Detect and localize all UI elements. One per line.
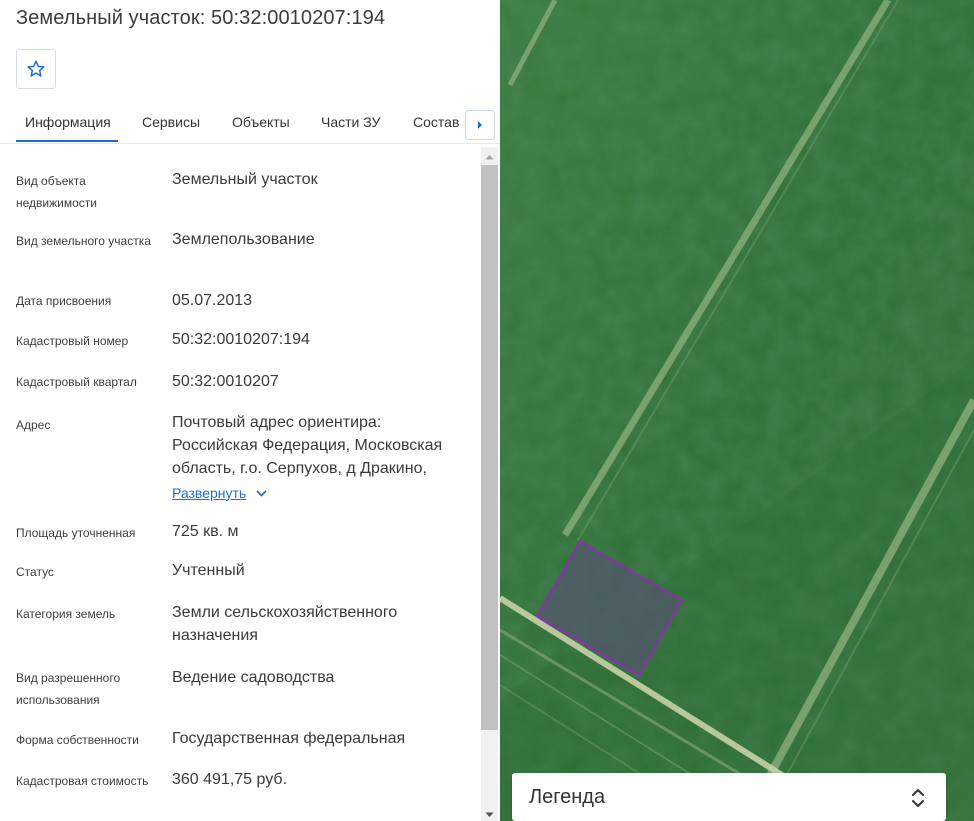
arrow-down-icon [485, 812, 494, 817]
legend-title: Легенда [529, 786, 606, 808]
tab-composition[interactable]: Состав [413, 114, 459, 130]
favorite-button[interactable] [16, 49, 56, 89]
label-assign-date: Дата присвоения [16, 294, 112, 308]
tab-bar: Информация Сервисы Объекты Части ЗУ Сост… [0, 100, 500, 144]
scroll-up-button[interactable] [481, 148, 498, 165]
value-address: Почтовый адрес ориентира: Российская Фед… [172, 414, 443, 477]
legend-panel[interactable]: Легенда [512, 773, 946, 821]
scroll-down-button[interactable] [481, 806, 498, 821]
label-permitted-use: Вид разрешенного использования [16, 671, 121, 707]
value-area: 725 кв. м [172, 523, 239, 540]
value-permitted-use: Ведение садоводства [172, 669, 335, 686]
scrollbar-thumb[interactable] [481, 165, 498, 730]
tab-info[interactable]: Информация [25, 114, 111, 130]
expand-address-link[interactable]: Развернуть [172, 485, 267, 501]
tab-parts[interactable]: Части ЗУ [321, 114, 380, 130]
info-panel: Земельный участок: 50:32:0010207:194 Инф… [0, 0, 500, 821]
label-status: Статус [16, 565, 54, 579]
expand-link-label: Развернуть [172, 485, 247, 501]
tabs-next-button[interactable] [465, 110, 495, 140]
value-ownership: Государственная федеральная [172, 730, 406, 747]
value-status: Учтенный [172, 562, 245, 579]
value-cadastral-quarter: 50:32:0010207 [172, 373, 279, 390]
expand-collapse-icon[interactable] [910, 785, 926, 811]
star-outline-icon [27, 60, 45, 77]
label-cadastral-number: Кадастровый номер [16, 334, 129, 348]
label-cadastral-quarter: Кадастровый квартал [16, 375, 137, 389]
value-cadastral-number: 50:32:0010207:194 [172, 331, 310, 348]
value-assign-date: 05.07.2013 [172, 292, 253, 309]
satellite-imagery[interactable] [500, 0, 974, 821]
caret-right-icon [478, 121, 482, 129]
label-object-type: Вид объекта недвижимости [16, 174, 97, 210]
label-address: Адрес [16, 418, 51, 432]
tab-objects[interactable]: Объекты [232, 114, 290, 130]
active-tab-indicator [16, 140, 118, 142]
page-title: Земельный участок: 50:32:0010207:194 [16, 7, 386, 29]
arrow-up-icon [485, 154, 494, 159]
value-land-type: Землепользование [172, 231, 315, 248]
label-ownership: Форма собственности [16, 733, 139, 747]
chevron-down-icon [256, 489, 267, 497]
label-area: Площадь уточненная [16, 526, 136, 540]
value-cadastral-value: 360 491,75 руб. [172, 771, 288, 788]
tab-services[interactable]: Сервисы [142, 114, 200, 130]
map-view[interactable] [500, 0, 974, 821]
value-object-type: Земельный участок [172, 171, 318, 188]
label-land-type: Вид земельного участка [16, 234, 151, 248]
value-land-category: Земли сельскохозяйственного назначения [172, 604, 398, 644]
label-land-category: Категория земель [16, 607, 116, 621]
label-cadastral-value: Кадастровая стоимость [16, 774, 149, 788]
